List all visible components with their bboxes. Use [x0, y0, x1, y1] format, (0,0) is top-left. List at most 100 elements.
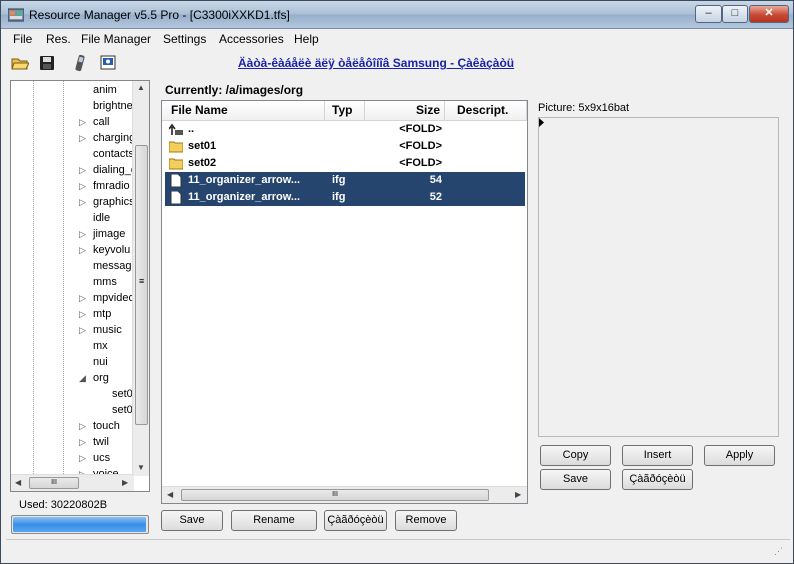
column-header-description[interactable]: Descript.	[445, 101, 527, 121]
menu-bar: File Res. File Manager Settings Accessor…	[1, 29, 793, 49]
resource-tree[interactable]: anim brightne ▷ call ▷ charging contacts ▷ diali…	[10, 80, 150, 492]
tree-item[interactable]: nui	[93, 356, 108, 368]
file-save-button[interactable]: Save	[161, 510, 223, 531]
scroll-left-icon[interactable]: ◀	[15, 478, 21, 487]
tree-expander-icon[interactable]: ▷	[79, 117, 86, 128]
file-row[interactable]: .. <FOLD>	[165, 121, 525, 138]
folder-icon	[169, 141, 183, 153]
scroll-up-icon[interactable]: ▲	[137, 83, 145, 92]
file-name-cell: 11_organizer_arrow...	[188, 191, 301, 203]
picture-apply-button[interactable]: Apply	[704, 445, 775, 466]
memory-progress-fill	[13, 517, 146, 532]
picture-preview-image	[539, 118, 544, 127]
memory-used-label: Used: 30220802B	[19, 499, 108, 511]
tree-expander-icon[interactable]: ▷	[79, 133, 86, 144]
phone-icon[interactable]	[71, 54, 89, 72]
picture-copy-button[interactable]: Copy	[540, 445, 611, 466]
file-list-hscroll-thumb[interactable]: III	[181, 489, 489, 501]
file-list-horizontal-scrollbar[interactable]: ◀ III ▶	[162, 486, 527, 503]
save-disk-icon[interactable]	[38, 54, 56, 72]
tree-expander-icon[interactable]: ▷	[79, 245, 86, 256]
column-header-file-name[interactable]: File Name	[162, 101, 325, 121]
tree-item[interactable]: mms	[93, 276, 117, 288]
open-folder-icon[interactable]	[11, 54, 29, 72]
picture-preview	[538, 117, 779, 437]
maximize-button[interactable]: □	[722, 5, 748, 23]
tree-expander-icon[interactable]: ▷	[79, 453, 86, 464]
file-row[interactable]: set01 <FOLD>	[165, 138, 525, 155]
file-name-cell: set02	[188, 157, 217, 169]
tree-item[interactable]: idle	[93, 212, 110, 224]
scroll-right-icon[interactable]: ▶	[515, 490, 521, 499]
scroll-right-icon[interactable]: ▶	[122, 478, 128, 487]
tree-item[interactable]: jimage	[93, 228, 125, 240]
tree-hscroll-thumb[interactable]: III	[29, 477, 79, 489]
tree-item[interactable]: dialing_d	[93, 164, 137, 176]
tree-item[interactable]: brightne	[93, 100, 133, 112]
menu-file[interactable]: File	[13, 32, 32, 46]
picture-save-button[interactable]: Save	[540, 469, 611, 490]
tree-item[interactable]: message	[93, 260, 138, 272]
title-bar[interactable]: Resource Manager v5.5 Pro - [C3300iXXKD1…	[1, 1, 793, 29]
file-icon	[170, 191, 182, 204]
file-type-cell: ifg	[332, 191, 346, 203]
grip-icon: ≡	[139, 276, 145, 286]
folder-icon	[169, 158, 183, 170]
column-header-type[interactable]: Typ	[325, 101, 365, 121]
tree-item[interactable]: twil	[93, 436, 109, 448]
file-row[interactable]: 11_organizer_arrow... ifg 52	[165, 189, 525, 206]
tree-item[interactable]: org	[93, 372, 109, 384]
tree-expander-icon[interactable]: ▷	[79, 229, 86, 240]
tree-expander-icon[interactable]: ◢	[79, 373, 86, 384]
tree-item[interactable]: mx	[93, 340, 108, 352]
menu-accessories[interactable]: Accessories	[219, 32, 284, 46]
tree-item[interactable]: graphics	[93, 196, 135, 208]
tree-item[interactable]: call	[93, 116, 110, 128]
tree-expander-icon[interactable]: ▷	[79, 325, 86, 336]
tree-item[interactable]: fmradio	[93, 180, 130, 192]
file-row[interactable]: set02 <FOLD>	[165, 155, 525, 172]
tree-expander-icon[interactable]: ▷	[79, 181, 86, 192]
scroll-down-icon[interactable]: ▼	[137, 463, 145, 472]
tree-item[interactable]: anim	[93, 84, 117, 96]
tree-item[interactable]: keyvolu	[93, 244, 130, 256]
file-rename-button[interactable]: Rename	[231, 510, 317, 531]
minimize-button[interactable]: –	[695, 5, 722, 23]
file-list[interactable]: File Name Typ Size Descript. .. <FOLD> set…	[161, 100, 528, 504]
tree-item[interactable]: contacts	[93, 148, 134, 160]
tree-expander-icon[interactable]: ▷	[79, 309, 86, 320]
tree-expander-icon[interactable]: ▷	[79, 421, 86, 432]
tree-item[interactable]: mtp	[93, 308, 111, 320]
tree-item[interactable]: ucs	[93, 452, 110, 464]
column-header-size[interactable]: Size	[365, 101, 445, 121]
screen-icon[interactable]	[99, 54, 117, 72]
tree-expander-icon[interactable]: ▷	[79, 197, 86, 208]
menu-help[interactable]: Help	[294, 32, 319, 46]
tree-item[interactable]: music	[93, 324, 122, 336]
tree-vertical-scrollbar[interactable]: ▲ ≡ ▼	[132, 81, 149, 476]
tree-scroll-thumb[interactable]: ≡	[135, 145, 148, 425]
menu-file-manager[interactable]: File Manager	[81, 32, 151, 46]
scroll-left-icon[interactable]: ◀	[167, 490, 173, 499]
tree-item[interactable]: mpvideo	[93, 292, 135, 304]
file-row[interactable]: 11_organizer_arrow... ifg 54	[165, 172, 525, 189]
tree-expander-icon[interactable]: ▷	[79, 293, 86, 304]
menu-res[interactable]: Res.	[46, 32, 71, 46]
menu-settings[interactable]: Settings	[163, 32, 206, 46]
file-size-cell: <FOLD>	[399, 123, 442, 135]
picture-load-button[interactable]: Çàãðóçèòü	[622, 469, 693, 490]
close-button[interactable]: ✕	[749, 5, 789, 23]
tree-item[interactable]: charging	[93, 132, 135, 144]
file-load-button[interactable]: Çàãðóçèòü	[324, 510, 387, 531]
tree-expander-icon[interactable]: ▷	[79, 165, 86, 176]
resize-grip-icon[interactable]: ⋰	[774, 546, 786, 558]
file-size-cell: <FOLD>	[399, 157, 442, 169]
samsung-cable-link[interactable]: Äàòà-êàáåëè äëÿ òåëåôîíîâ Samsung - Çàêà…	[238, 56, 514, 70]
file-remove-button[interactable]: Remove	[395, 510, 457, 531]
status-bar: ⋰	[6, 539, 790, 561]
picture-insert-button[interactable]: Insert	[622, 445, 693, 466]
tree-item[interactable]: touch	[93, 420, 120, 432]
tree-expander-icon[interactable]: ▷	[79, 437, 86, 448]
window-title: Resource Manager v5.5 Pro - [C3300iXXKD1…	[29, 8, 290, 22]
tree-horizontal-scrollbar[interactable]: ◀ III ▶	[11, 474, 134, 491]
